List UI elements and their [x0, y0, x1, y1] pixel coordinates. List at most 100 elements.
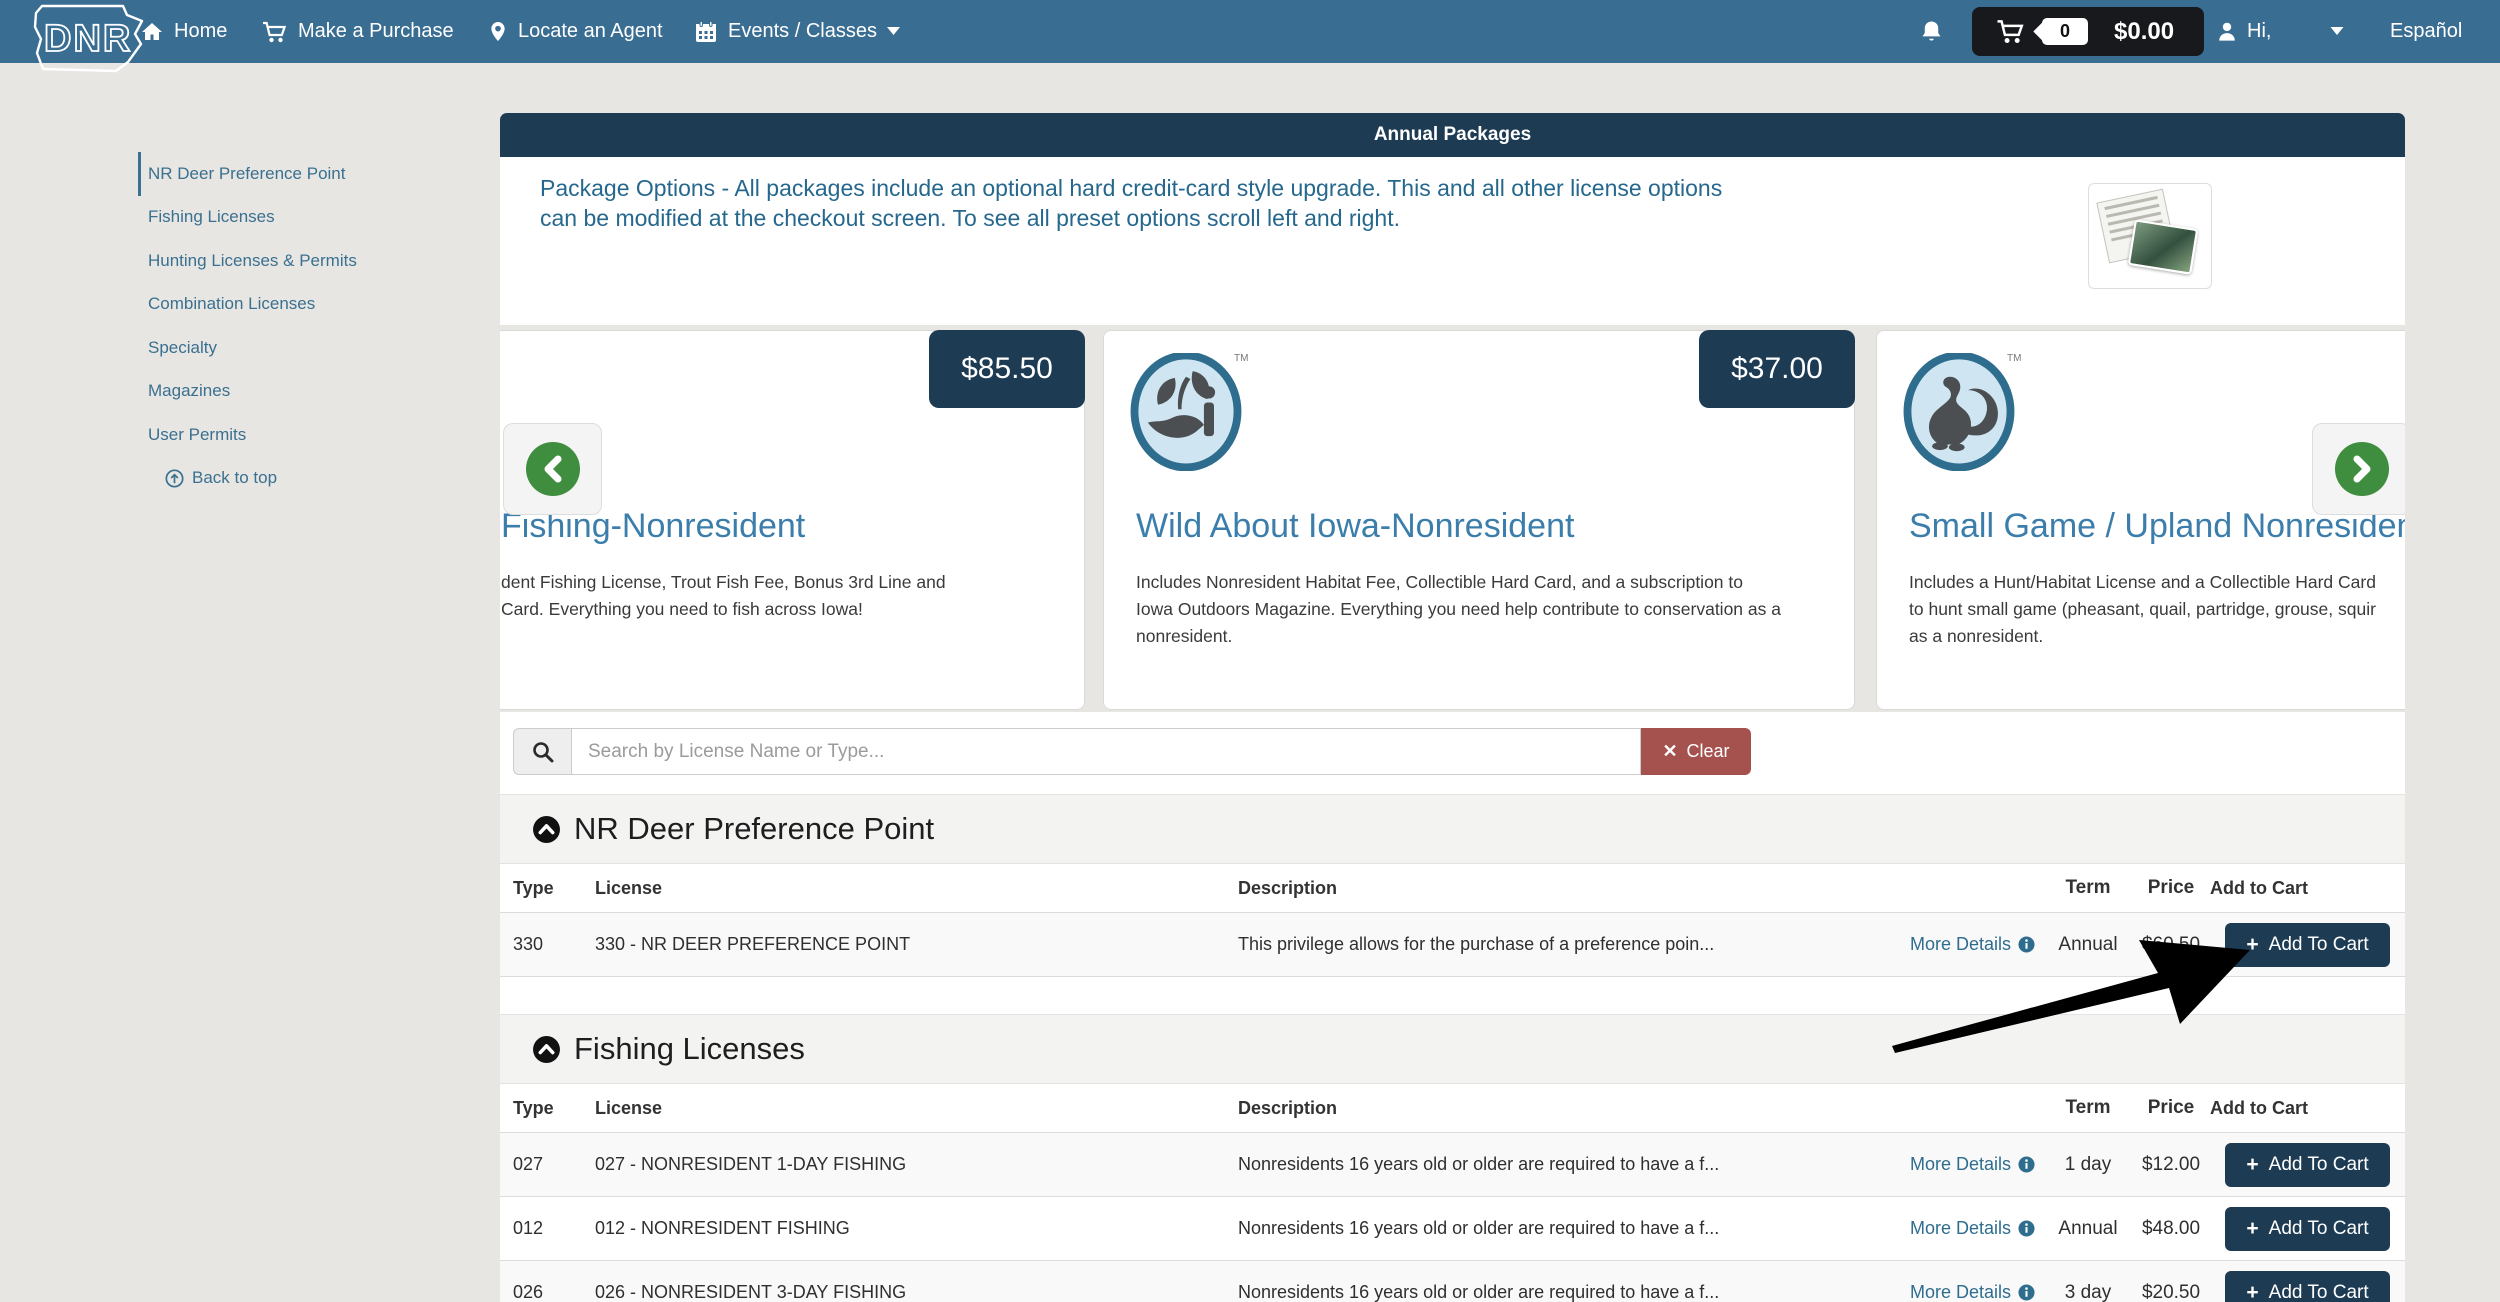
column-header-description: Description: [1238, 1084, 1337, 1132]
small-game-squirrel-logo: TM: [1903, 353, 2015, 476]
nav-events-classes-label: Events / Classes: [728, 20, 877, 43]
add-to-cart-button[interactable]: + Add To Cart: [2225, 1143, 2390, 1187]
add-to-cart-button[interactable]: + Add To Cart: [2225, 1271, 2390, 1302]
more-details-label: More Details: [1910, 1154, 2011, 1175]
table-row: 026 026 - NONRESIDENT 3-DAY FISHING Nonr…: [500, 1261, 2405, 1302]
search-icon: [531, 740, 555, 764]
table-header-row: Type License Description Term Price Add …: [500, 864, 2405, 913]
wild-about-iowa-logo: TM: [1130, 353, 1242, 476]
cart-button[interactable]: 0 $0.00: [1972, 7, 2204, 56]
cart-icon: [1996, 18, 2026, 45]
nav-events-classes[interactable]: Events / Classes: [694, 0, 900, 63]
more-details-link[interactable]: More Details: [1905, 1133, 2035, 1196]
calendar-icon: [694, 20, 718, 44]
sidebar-item-specialty[interactable]: Specialty: [138, 326, 468, 370]
search-input[interactable]: [571, 728, 1641, 775]
caret-down-icon: [2330, 27, 2344, 36]
sidebar-item-combination-licenses[interactable]: Combination Licenses: [138, 283, 468, 327]
info-circle-icon: [2018, 1284, 2035, 1301]
carousel-next-button[interactable]: [2312, 423, 2405, 515]
section-header-nr-deer-preference-point[interactable]: NR Deer Preference Point: [500, 794, 2405, 864]
collapse-chevron-up-icon[interactable]: [532, 1035, 561, 1064]
column-header-license: License: [595, 1084, 662, 1132]
row-price: $20.50: [2128, 1261, 2214, 1302]
add-to-cart-label: Add To Cart: [2269, 1154, 2369, 1176]
column-header-description: Description: [1238, 864, 1337, 912]
cart-total: $0.00: [2114, 18, 2174, 46]
column-header-price: Price: [2128, 864, 2214, 912]
section-header-fishing-licenses[interactable]: Fishing Licenses: [500, 1014, 2405, 1084]
section-title: NR Deer Preference Point: [574, 811, 934, 847]
package-card-small-game-upland[interactable]: TM Small Game / Upland Nonresident Inclu…: [1876, 330, 2405, 710]
column-header-term: Term: [2040, 864, 2136, 912]
package-carousel: $85.50 Fishing-Nonresident dent Fishing …: [500, 330, 2405, 712]
column-header-type: Type: [513, 1084, 554, 1132]
search-addon: [513, 728, 571, 775]
chevron-left-icon: [526, 442, 580, 496]
user-menu[interactable]: Hi,: [2216, 0, 2271, 63]
arrow-up-circle-icon: [165, 469, 184, 488]
sidebar-item-fishing-licenses[interactable]: Fishing Licenses: [138, 196, 468, 240]
dnr-logo[interactable]: DNR: [26, 1, 154, 82]
sidebar-item-hunting-licenses-permits[interactable]: Hunting Licenses & Permits: [138, 239, 468, 283]
section-title: Fishing Licenses: [574, 1031, 805, 1067]
sidebar-item-user-permits[interactable]: User Permits: [138, 413, 468, 457]
license-search-group: ✕ Clear: [513, 728, 1751, 775]
cart-icon: [262, 20, 288, 44]
nav-make-a-purchase[interactable]: Make a Purchase: [262, 0, 454, 63]
description-line: Includes Nonresident Habitat Fee, Collec…: [1136, 569, 1781, 596]
plus-icon: +: [2246, 933, 2258, 957]
clear-search-button[interactable]: ✕ Clear: [1641, 728, 1751, 775]
back-to-top-link[interactable]: Back to top: [138, 457, 468, 501]
row-price: $60.50: [2128, 913, 2214, 976]
packages-intro-text: Package Options - All packages include a…: [540, 173, 1960, 233]
annual-packages-header: Annual Packages: [500, 113, 2405, 157]
carousel-prev-button[interactable]: [503, 423, 602, 515]
intro-line-2: can be modified at the checkout screen. …: [540, 203, 1960, 233]
row-type: 330: [513, 913, 543, 976]
package-title-link[interactable]: Wild About Iowa-Nonresident: [1136, 507, 1574, 546]
caret-down-icon: [887, 27, 900, 36]
info-circle-icon: [2018, 1220, 2035, 1237]
intro-line-1: Package Options - All packages include a…: [540, 173, 1960, 203]
add-to-cart-button[interactable]: + Add To Cart: [2225, 923, 2390, 967]
collapse-chevron-up-icon[interactable]: [532, 815, 561, 844]
nav-locate-an-agent[interactable]: Locate an Agent: [488, 0, 663, 63]
cart-count-badge: 0: [2042, 18, 2088, 45]
sidebar-item-label: Specialty: [148, 338, 217, 358]
row-term: Annual: [2040, 913, 2136, 976]
row-description: Nonresidents 16 years old or older are r…: [1238, 1197, 1719, 1260]
row-type: 012: [513, 1197, 543, 1260]
package-card-fishing-nonresident[interactable]: $85.50 Fishing-Nonresident dent Fishing …: [500, 330, 1085, 710]
sidebar-item-label: NR Deer Preference Point: [148, 164, 345, 184]
table-row: 330 330 - NR DEER PREFERENCE POINT This …: [500, 913, 2405, 977]
info-circle-icon: [2018, 936, 2035, 953]
add-to-cart-button[interactable]: + Add To Cart: [2225, 1207, 2390, 1251]
sidebar-item-label: User Permits: [148, 425, 246, 445]
row-term: 3 day: [2040, 1261, 2136, 1302]
more-details-link[interactable]: More Details: [1905, 913, 2035, 976]
notifications-bell[interactable]: [1920, 19, 1943, 50]
description-line: nonresident.: [1136, 623, 1781, 650]
package-card-wild-about-iowa[interactable]: $37.00 TM Wild About Iowa-Nonresident: [1103, 330, 1855, 710]
description-line: dent Fishing License, Trout Fish Fee, Bo…: [501, 569, 946, 596]
add-to-cart-label: Add To Cart: [2269, 1282, 2369, 1302]
dnr-logo-text: DNR: [44, 18, 132, 60]
row-license: 330 - NR DEER PREFERENCE POINT: [595, 913, 910, 976]
user-menu-caret[interactable]: [2330, 0, 2344, 63]
sidebar-item-label: Fishing Licenses: [148, 207, 275, 227]
column-header-term: Term: [2040, 1084, 2136, 1132]
column-header-type: Type: [513, 864, 554, 912]
column-header-add-to-cart: Add to Cart: [2210, 864, 2308, 912]
row-price: $12.00: [2128, 1133, 2214, 1196]
more-details-link[interactable]: More Details: [1905, 1261, 2035, 1302]
column-header-license: License: [595, 864, 662, 912]
more-details-link[interactable]: More Details: [1905, 1197, 2035, 1260]
sidebar-item-magazines[interactable]: Magazines: [138, 370, 468, 414]
language-toggle[interactable]: Español: [2390, 0, 2462, 63]
bell-icon: [1920, 19, 1943, 45]
info-circle-icon: [2018, 1156, 2035, 1173]
row-description: Nonresidents 16 years old or older are r…: [1238, 1261, 1719, 1302]
language-label: Español: [2390, 20, 2462, 43]
sidebar-item-nr-deer-preference-point[interactable]: NR Deer Preference Point: [138, 152, 468, 196]
